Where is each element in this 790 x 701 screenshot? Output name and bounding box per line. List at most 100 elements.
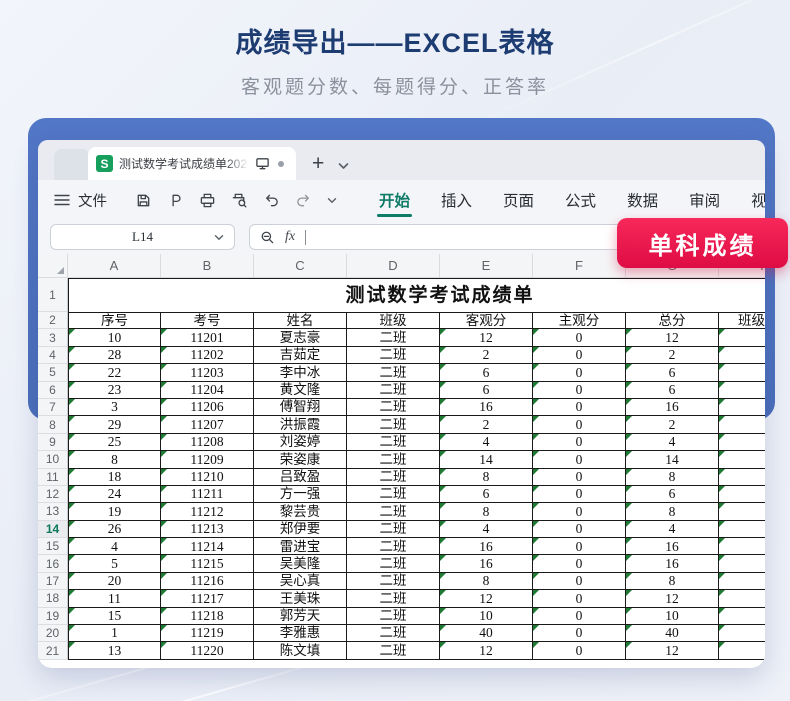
- cell[interactable]: 16: [440, 538, 533, 555]
- tab-list-chevron-icon[interactable]: [338, 162, 349, 170]
- cell[interactable]: 二班: [347, 347, 440, 364]
- document-tab[interactable]: S 测试数学考试成绩单20240423: [88, 147, 296, 180]
- cell[interactable]: 11215: [161, 555, 254, 572]
- cell[interactable]: 0: [533, 451, 626, 468]
- cell[interactable]: 11203: [161, 364, 254, 381]
- print-preview-icon[interactable]: [231, 192, 248, 209]
- cell[interactable]: 吕致盈: [254, 469, 347, 486]
- row-header-19[interactable]: 19: [38, 608, 68, 625]
- cell[interactable]: 11219: [161, 625, 254, 642]
- cell[interactable]: 16: [440, 399, 533, 416]
- cell[interactable]: 8: [440, 469, 533, 486]
- cell[interactable]: 夏志豪: [254, 329, 347, 346]
- new-tab-button[interactable]: +: [312, 147, 324, 180]
- cell[interactable]: 6: [626, 382, 719, 399]
- cell[interactable]: 6: [440, 364, 533, 381]
- sheet-title-cell[interactable]: 测试数学考试成绩单: [68, 278, 765, 312]
- cell[interactable]: 1: [68, 625, 161, 642]
- cell[interactable]: 40: [626, 625, 719, 642]
- row-header-16[interactable]: 16: [38, 555, 68, 572]
- cell[interactable]: [719, 416, 765, 433]
- cell[interactable]: 11218: [161, 608, 254, 625]
- cell[interactable]: 12: [626, 590, 719, 607]
- cell[interactable]: 2: [626, 347, 719, 364]
- cell[interactable]: 23: [68, 382, 161, 399]
- row-header-3[interactable]: 3: [38, 329, 68, 346]
- cell[interactable]: 荣姿康: [254, 451, 347, 468]
- cell[interactable]: 李雅惠: [254, 625, 347, 642]
- header-cell[interactable]: 姓名: [254, 312, 347, 329]
- cell[interactable]: 二班: [347, 573, 440, 590]
- cell[interactable]: 22: [68, 364, 161, 381]
- cell[interactable]: 12: [440, 642, 533, 659]
- cell[interactable]: 8: [440, 503, 533, 520]
- cell[interactable]: 11202: [161, 347, 254, 364]
- cell[interactable]: 0: [533, 347, 626, 364]
- cell[interactable]: 29: [68, 416, 161, 433]
- cell[interactable]: 二班: [347, 469, 440, 486]
- header-cell[interactable]: 总分: [626, 312, 719, 329]
- cell[interactable]: 25: [68, 434, 161, 451]
- row-header-9[interactable]: 9: [38, 434, 68, 451]
- save-icon[interactable]: [135, 192, 152, 209]
- cell[interactable]: 二班: [347, 503, 440, 520]
- cell[interactable]: 二班: [347, 538, 440, 555]
- cell[interactable]: [719, 555, 765, 572]
- cell[interactable]: 10: [68, 329, 161, 346]
- cell[interactable]: 20: [68, 573, 161, 590]
- ribbon-tab-页面[interactable]: 页面: [501, 180, 536, 220]
- row-header-5[interactable]: 5: [38, 364, 68, 381]
- cell[interactable]: 方一强: [254, 486, 347, 503]
- ribbon-tab-视图[interactable]: 视图: [749, 180, 765, 220]
- cell[interactable]: 傅智翔: [254, 399, 347, 416]
- cell[interactable]: 郑伊要: [254, 521, 347, 538]
- cell[interactable]: [719, 329, 765, 346]
- cell[interactable]: 雷进宝: [254, 538, 347, 555]
- column-header-E[interactable]: E: [440, 254, 533, 277]
- cell[interactable]: 24: [68, 486, 161, 503]
- cell[interactable]: 二班: [347, 521, 440, 538]
- cell[interactable]: 二班: [347, 608, 440, 625]
- cell[interactable]: 16: [440, 555, 533, 572]
- row-header-18[interactable]: 18: [38, 590, 68, 607]
- cell[interactable]: 12: [626, 329, 719, 346]
- header-cell[interactable]: 客观分: [440, 312, 533, 329]
- cell[interactable]: 二班: [347, 451, 440, 468]
- row-header-8[interactable]: 8: [38, 416, 68, 433]
- column-header-C[interactable]: C: [254, 254, 347, 277]
- cell[interactable]: 16: [626, 538, 719, 555]
- print-icon[interactable]: [199, 192, 216, 209]
- cell[interactable]: 0: [533, 399, 626, 416]
- cell[interactable]: 18: [68, 469, 161, 486]
- cell[interactable]: 4: [68, 538, 161, 555]
- cell[interactable]: [719, 451, 765, 468]
- cell[interactable]: 12: [626, 642, 719, 659]
- header-cell[interactable]: 班级: [347, 312, 440, 329]
- cell[interactable]: 11217: [161, 590, 254, 607]
- column-header-F[interactable]: F: [533, 254, 626, 277]
- cell[interactable]: 2: [440, 347, 533, 364]
- cell[interactable]: [719, 625, 765, 642]
- cell[interactable]: 3: [68, 399, 161, 416]
- cell[interactable]: 12: [440, 590, 533, 607]
- cell[interactable]: [719, 642, 765, 659]
- cell-name-box[interactable]: L14: [50, 224, 235, 250]
- cell[interactable]: 二班: [347, 434, 440, 451]
- cell[interactable]: 0: [533, 521, 626, 538]
- undo-icon[interactable]: [263, 192, 280, 209]
- cell[interactable]: 0: [533, 486, 626, 503]
- column-header-B[interactable]: B: [161, 254, 254, 277]
- cell[interactable]: 洪振霞: [254, 416, 347, 433]
- row-header-6[interactable]: 6: [38, 382, 68, 399]
- cell[interactable]: 0: [533, 573, 626, 590]
- row-header-2[interactable]: 2: [38, 312, 68, 329]
- cell[interactable]: 二班: [347, 590, 440, 607]
- cell[interactable]: 10: [440, 608, 533, 625]
- ribbon-tab-数据[interactable]: 数据: [625, 180, 660, 220]
- cell[interactable]: 13: [68, 642, 161, 659]
- cell[interactable]: 11201: [161, 329, 254, 346]
- cell[interactable]: 0: [533, 538, 626, 555]
- cell[interactable]: [719, 590, 765, 607]
- cell[interactable]: 11220: [161, 642, 254, 659]
- cell[interactable]: 6: [626, 486, 719, 503]
